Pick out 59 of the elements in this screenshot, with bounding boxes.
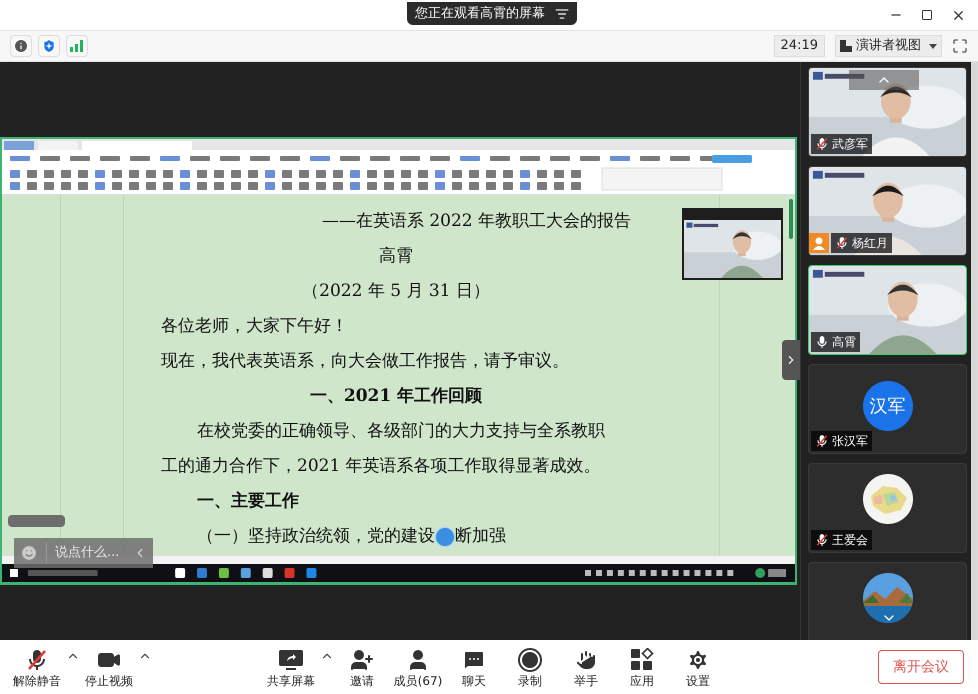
- participant-name: 高霄: [832, 336, 856, 348]
- toolbar-button[interactable]: 停止视频: [80, 642, 138, 692]
- participant-tile[interactable]: [808, 562, 967, 640]
- record-icon: [518, 648, 542, 672]
- document-text: 一、2021 年工作回顾: [310, 385, 482, 408]
- document-text: （一）坚持政治统领，党的建设: [197, 525, 435, 548]
- document-text: 在校党委的正确领导、各级部门的大力支持与全系教职: [197, 420, 605, 444]
- scroll-up-button[interactable]: [849, 70, 919, 90]
- participant-tile[interactable]: 王爱会: [808, 463, 967, 553]
- fullscreen-icon[interactable]: [952, 38, 968, 54]
- toolbar-button[interactable]: 举手: [558, 642, 614, 692]
- caret-icon: [929, 44, 937, 48]
- toolbar-button[interactable]: 邀请: [334, 642, 390, 692]
- toolbar-button[interactable]: 应用: [614, 642, 670, 692]
- leave-meeting-button[interactable]: 离开会议: [878, 650, 964, 684]
- participant-tile[interactable]: 杨红月: [808, 166, 967, 256]
- participant-name: 杨红月: [852, 237, 888, 249]
- document-text: 现在，我代表英语系，向大会做工作报告，请予审议。: [161, 350, 569, 374]
- document-text: 断加强: [455, 525, 506, 548]
- meeting-timer: 24:19: [774, 35, 825, 57]
- view-dropdown[interactable]: 演讲者视图: [835, 35, 942, 57]
- participant-name: 张汉军: [832, 435, 868, 447]
- editor-scrollbar: [789, 199, 793, 239]
- maximize-icon[interactable]: [921, 9, 933, 21]
- participant-tile[interactable]: 汉军 张汉军: [808, 364, 967, 454]
- shield-icon: [41, 38, 57, 54]
- document-text: 各位老师，大家下午好！: [161, 315, 348, 338]
- document-text: （2022 年 5 月 31 日）: [302, 280, 490, 304]
- toolbar-button[interactable]: 聊天: [446, 642, 502, 692]
- signal-icon: [70, 40, 84, 52]
- sticker: [8, 515, 65, 527]
- toolbar-button[interactable]: 录制: [502, 642, 558, 692]
- participant-name: 武彦军: [832, 138, 868, 150]
- info-icon: [13, 38, 29, 54]
- menu-icon: [555, 6, 569, 20]
- participant-tile[interactable]: 高霄: [808, 265, 967, 355]
- document-text: 高霄: [379, 245, 413, 268]
- apps-icon: [630, 648, 654, 672]
- document-text: 一、主要工作: [197, 490, 299, 514]
- participant-tile[interactable]: 武彦军: [808, 67, 967, 157]
- add-user-icon: [350, 648, 374, 672]
- toolbar-button[interactable]: 成员(67): [390, 642, 446, 692]
- sharing-banner[interactable]: 您正在观看高霄的屏幕: [407, 2, 577, 25]
- security-button[interactable]: [38, 35, 60, 57]
- toolbar-button[interactable]: 解除静音: [8, 642, 66, 692]
- participant-name: 王爱会: [832, 534, 868, 546]
- avatar: 汉军: [862, 381, 912, 431]
- network-button[interactable]: [66, 35, 88, 57]
- collapse-panel-button[interactable]: [782, 340, 800, 380]
- toolbar-button[interactable]: 共享屏幕: [262, 642, 320, 692]
- screen-share-icon: [278, 648, 304, 672]
- banner-text: 您正在观看高霄的屏幕: [415, 4, 545, 23]
- layout-icon: [840, 40, 852, 52]
- document-text: ——在英语系 2022 年教职工大会的报告: [322, 210, 631, 234]
- pointer-icon: [435, 527, 455, 548]
- chat-placeholder: 说点什么...: [55, 544, 120, 562]
- document-text: 工的通力合作下，2021 年英语系各项工作取得显著成效。: [161, 455, 601, 478]
- toolbar-button[interactable]: 设置: [670, 642, 726, 692]
- info-button[interactable]: [10, 35, 32, 57]
